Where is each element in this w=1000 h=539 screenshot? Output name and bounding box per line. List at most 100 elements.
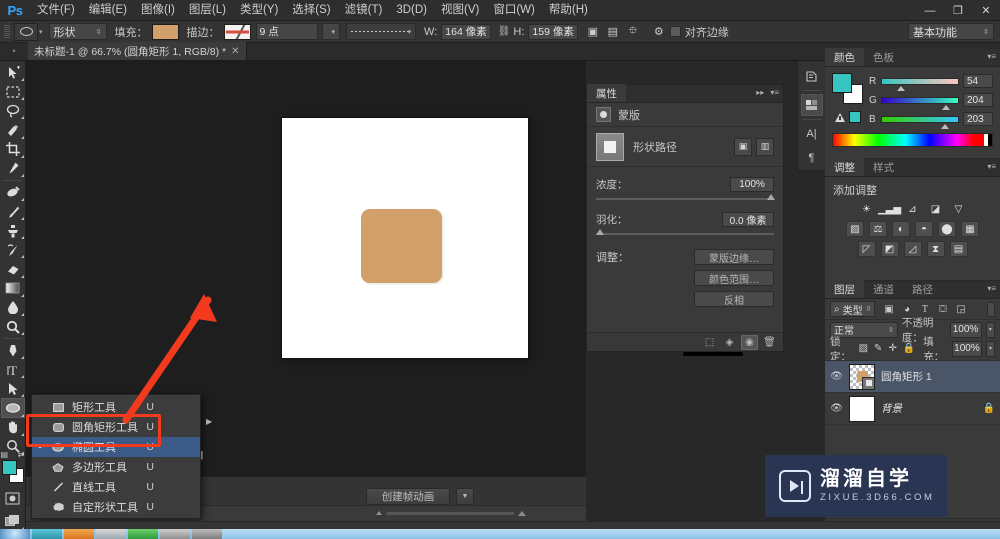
taskbar-item[interactable] xyxy=(128,529,158,539)
menu-3d[interactable]: 3D(D) xyxy=(389,0,434,21)
tab-channels[interactable]: 通道 xyxy=(864,280,903,298)
horizontal-type-tool[interactable]: T xyxy=(1,360,25,379)
layer-row-shape[interactable]: 👁 圆角矩形 1 xyxy=(825,361,1000,393)
color-chips[interactable]: ⇄ ▤ xyxy=(1,450,25,483)
mask-edge-button[interactable]: 蒙版边缘… xyxy=(694,249,774,265)
smart-object-filter-icon[interactable]: ◲ xyxy=(953,302,968,317)
history-icon[interactable] xyxy=(801,65,823,87)
opacity-value[interactable]: 100% xyxy=(949,321,982,338)
crop-tool[interactable] xyxy=(1,140,25,159)
quick-selection-tool[interactable] xyxy=(1,120,25,139)
hand-tool[interactable] xyxy=(1,418,25,437)
os-taskbar[interactable] xyxy=(0,529,1000,539)
timeline-mode-chevron-down-icon[interactable]: ▼ xyxy=(456,488,474,505)
tab-paths[interactable]: 路径 xyxy=(903,280,942,298)
green-value[interactable]: 204 xyxy=(963,93,993,107)
panel-menu-icon[interactable]: ▾≡ xyxy=(987,284,996,293)
ellipse-tool-icon[interactable] xyxy=(14,22,38,41)
lasso-tool[interactable] xyxy=(1,101,25,120)
eyedropper-tool[interactable] xyxy=(1,159,25,178)
tabbar-grip-icon[interactable]: ⁌ xyxy=(0,42,28,60)
selective-color-icon[interactable]: ▤ xyxy=(949,241,968,257)
gradient-tool[interactable] xyxy=(1,279,25,298)
stroke-width-field[interactable]: 9 点 xyxy=(255,23,318,40)
menu-layer[interactable]: 图层(L) xyxy=(182,0,233,21)
menu-type[interactable]: 类型(Y) xyxy=(233,0,285,21)
color-panel-chips[interactable] xyxy=(832,73,863,123)
zoom-in-icon[interactable] xyxy=(518,510,526,516)
stroke-dash-select[interactable]: ▾ xyxy=(346,23,417,40)
close-icon[interactable]: ✕ xyxy=(231,46,239,57)
path-alignment-icon[interactable]: ▤ xyxy=(604,23,622,41)
menu-help[interactable]: 帮助(H) xyxy=(542,0,595,21)
flyout-item-custom-shape-tool[interactable]: 自定形状工具 U xyxy=(32,497,200,517)
swap-colors-icon[interactable]: ⇄ xyxy=(18,450,25,459)
document-tab[interactable]: 未标题-1 @ 66.7% (圆角矩形 1, RGB/8) * ✕ xyxy=(28,42,247,60)
layer-thumbnail[interactable] xyxy=(849,395,875,422)
tab-layers[interactable]: 图层 xyxy=(825,280,864,298)
foreground-color-swatch[interactable] xyxy=(832,73,852,93)
paragraph-icon[interactable]: ¶ xyxy=(801,147,823,169)
taskbar-item[interactable] xyxy=(160,529,190,539)
rounded-rectangle-shape[interactable] xyxy=(361,209,442,283)
black-white-icon[interactable]: ◐ xyxy=(892,221,910,237)
layer-row-background[interactable]: 👁 背景 🔒 xyxy=(825,393,1000,425)
shape-path-row[interactable]: 形状路径 ▣ ▥ xyxy=(587,127,783,167)
path-operations-icon[interactable]: ▣ xyxy=(584,23,602,41)
panel-menu-icon[interactable]: ▾≡ xyxy=(987,162,996,171)
channel-mixer-icon[interactable]: ⬤ xyxy=(938,221,956,237)
toggle-mask-icon[interactable]: ◉ xyxy=(741,334,758,350)
fill-value[interactable]: 100% xyxy=(951,340,982,357)
menu-edit[interactable]: 编辑(E) xyxy=(82,0,134,21)
pixel-filter-icon[interactable]: ▣ xyxy=(881,302,896,317)
minimize-icon[interactable]: — xyxy=(916,0,944,21)
ellipse-shape-tool[interactable] xyxy=(0,398,25,418)
panel-menu-icon[interactable]: ▾≡ xyxy=(987,52,996,61)
foreground-color-swatch[interactable] xyxy=(1,459,17,475)
color-spectrum-bar[interactable] xyxy=(832,133,993,147)
path-selection-tool[interactable] xyxy=(1,379,25,398)
shape-mode-select[interactable]: 形状 ⇳ xyxy=(48,23,107,40)
close-icon[interactable]: ✕ xyxy=(972,0,1000,21)
character-icon[interactable]: A| xyxy=(801,123,823,145)
height-input[interactable]: 159 像素 xyxy=(528,23,578,40)
posterize-icon[interactable]: ◩ xyxy=(880,241,899,257)
hue-saturation-icon[interactable]: ▨ xyxy=(846,221,864,237)
threshold-icon[interactable]: ◿ xyxy=(903,241,922,257)
delete-mask-icon[interactable]: 🗑 xyxy=(761,335,778,350)
tool-preset-chevron-down-icon[interactable]: ▾ xyxy=(39,28,43,36)
collapse-icon[interactable]: ▸▸ xyxy=(756,88,764,97)
zoom-out-icon[interactable] xyxy=(376,511,382,515)
taskbar-item[interactable] xyxy=(32,529,62,539)
status-chevron-right-icon[interactable]: ▶ xyxy=(206,417,212,426)
eraser-tool[interactable] xyxy=(1,259,25,278)
gradient-map-icon[interactable]: ⧗ xyxy=(926,241,945,257)
blue-value[interactable]: 203 xyxy=(963,112,993,126)
layer-filter-kind-select[interactable]: ⌕ 类型 ⇳ xyxy=(830,301,876,317)
flyout-item-rectangle-tool[interactable]: 矩形工具 U xyxy=(32,397,200,417)
path-arrangement-icon[interactable]: ⯐ xyxy=(624,23,642,41)
link-chain-icon[interactable]: ⛓ xyxy=(498,26,511,37)
default-colors-icon[interactable]: ▤ xyxy=(1,450,9,459)
start-button[interactable] xyxy=(0,529,30,539)
menu-file[interactable]: 文件(F) xyxy=(30,0,82,21)
layer-lock-icon[interactable]: 🔒 xyxy=(983,403,995,414)
apply-mask-icon[interactable]: ◈ xyxy=(721,335,738,350)
panel-menu-icon[interactable]: ▾≡ xyxy=(770,88,779,97)
pixel-mask-button[interactable]: ▣ xyxy=(734,137,752,156)
curves-icon[interactable]: ⊿ xyxy=(904,201,922,217)
exposure-icon[interactable]: ◪ xyxy=(927,201,945,217)
flyout-item-polygon-tool[interactable]: 多边形工具 U xyxy=(32,457,200,477)
layer-name[interactable]: 圆角矩形 1 xyxy=(881,369,932,384)
lock-position-icon[interactable]: ✛ xyxy=(888,343,896,354)
invert-button[interactable]: 反相 xyxy=(694,291,774,307)
pen-tool[interactable] xyxy=(1,341,25,360)
density-value[interactable]: 100% xyxy=(730,177,774,192)
lock-all-icon[interactable]: 🔒 xyxy=(903,343,915,354)
stroke-width-dropdown[interactable]: ▾ xyxy=(321,23,341,40)
flyout-item-line-tool[interactable]: 直线工具 U xyxy=(32,477,200,497)
taskbar-item[interactable] xyxy=(64,529,94,539)
tab-styles[interactable]: 样式 xyxy=(864,158,903,176)
feather-value[interactable]: 0.0 像素 xyxy=(722,212,774,227)
dodge-tool[interactable] xyxy=(1,317,25,336)
